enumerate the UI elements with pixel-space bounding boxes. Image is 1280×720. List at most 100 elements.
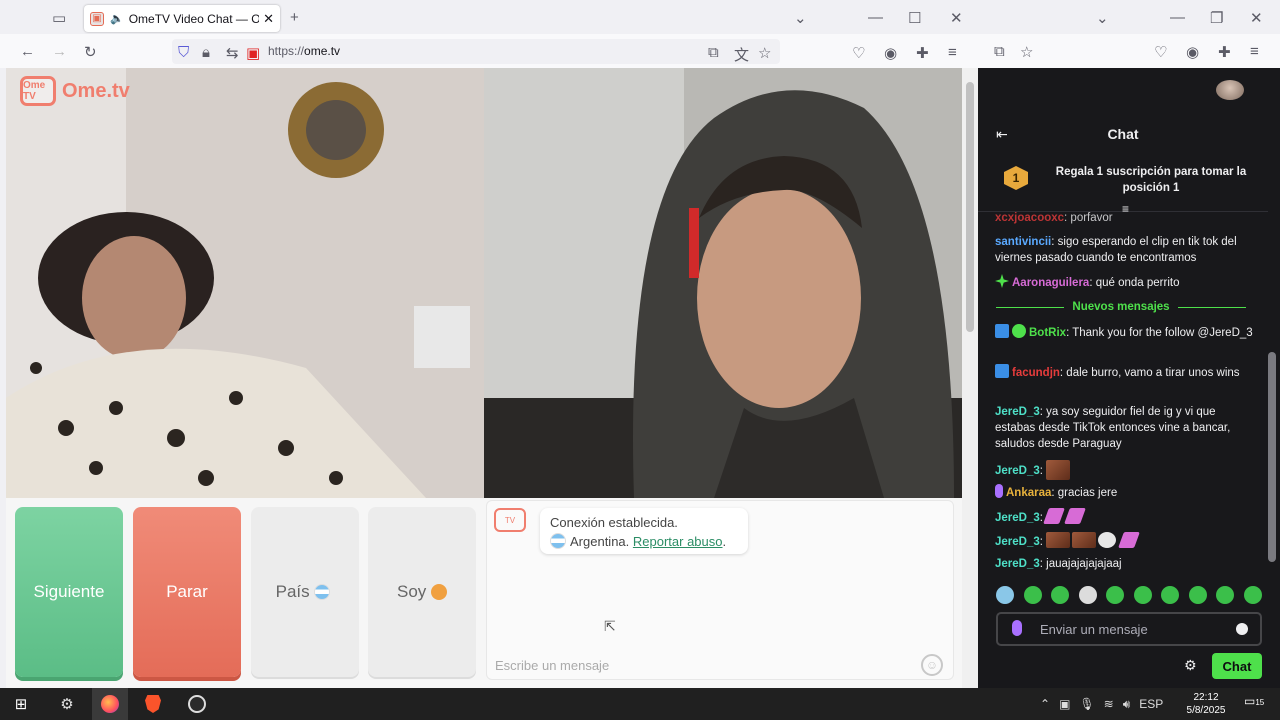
chat-username[interactable]: Ankaraa <box>1006 487 1051 499</box>
report-abuse-link[interactable]: Reportar abuso <box>633 534 723 549</box>
translate-icon[interactable]: 文 <box>734 44 749 65</box>
page-scrollbar-thumb[interactable] <box>966 82 974 332</box>
account-icon[interactable]: ◉ <box>884 44 897 62</box>
minimize-icon[interactable]: — <box>868 9 883 26</box>
browser-tab-ometv[interactable]: ▣ 🔈 OmeTV Video Chat — Ome ✕ <box>84 5 280 32</box>
verified-badge-icon <box>1012 324 1026 338</box>
close-window-icon[interactable]: ✕ <box>950 9 963 27</box>
next-button[interactable]: Siguiente <box>15 507 123 677</box>
wifi-icon[interactable]: ≋ <box>1104 697 1114 711</box>
chat-text: : Thank you for the follow @JereD_3 <box>1066 327 1253 339</box>
volume-icon[interactable]: 🔊︎ <box>1123 697 1131 712</box>
language-indicator[interactable]: ESP <box>1139 697 1163 711</box>
bookmark-star-icon[interactable]: ☆ <box>758 44 771 62</box>
emote-icon[interactable] <box>1051 586 1070 604</box>
tray-mic-icon[interactable]: 🎙︎ <box>1079 697 1094 711</box>
permissions-icon[interactable]: ⇆ <box>226 44 239 62</box>
chat-username[interactable]: JereD_3 <box>995 558 1040 570</box>
extensions-icon[interactable]: ✚ <box>916 44 929 62</box>
chat-settings-icon[interactable]: ⚙ <box>1184 657 1197 674</box>
chat-username[interactable]: santivincii <box>995 236 1051 248</box>
taskbar-clock[interactable]: 22:12 5/8/2025 <box>1176 691 1236 717</box>
emote-icon[interactable] <box>996 586 1014 604</box>
tabs-dropdown-icon[interactable]: ⌄ <box>794 9 807 27</box>
ometv-message-input[interactable]: Escribe un mensaje <box>495 658 609 673</box>
emote-icon[interactable] <box>1161 586 1180 604</box>
notification-center-icon[interactable]: ▭15 <box>1244 694 1264 712</box>
emote-icon[interactable] <box>1078 586 1097 604</box>
ometv-logo-text: Ome.tv <box>62 79 130 102</box>
chat-username[interactable]: BotRix <box>1029 327 1066 339</box>
right-screenshot-icon[interactable]: ⧉ <box>994 43 1005 60</box>
firefox-icon[interactable] <box>99 693 121 715</box>
back-icon[interactable]: ← <box>20 43 35 60</box>
right-extensions-icon[interactable]: ✚ <box>1218 43 1231 61</box>
country-button[interactable]: País <box>251 507 359 677</box>
ometv-logo-icon: Ome TV <box>20 76 56 106</box>
gender-button[interactable]: Soy <box>368 507 476 677</box>
windows-start-icon[interactable]: ⊞ <box>10 693 32 715</box>
send-chat-button[interactable]: Chat <box>1212 653 1262 679</box>
maximize-icon[interactable]: ☐ <box>908 9 921 27</box>
gender-button-label: Soy <box>396 582 427 601</box>
emote-picker-icon[interactable] <box>1236 623 1248 635</box>
brave-icon[interactable] <box>142 693 164 715</box>
tray-app-icon[interactable]: ▣ <box>1059 697 1070 711</box>
pocket-icon[interactable]: ♡ <box>852 44 865 62</box>
menu-icon[interactable]: ≡ <box>948 44 957 61</box>
chat-username[interactable]: JereD_3 <box>995 465 1040 477</box>
emote-icon[interactable] <box>1243 586 1262 604</box>
settings-gear-icon[interactable]: ⚙ <box>56 693 78 715</box>
show-hidden-icons-icon[interactable]: ⌃ <box>1040 697 1050 711</box>
chat-username[interactable]: Aaronaguilera <box>1012 277 1089 289</box>
emote-icon[interactable] <box>1133 586 1152 604</box>
chat-username[interactable]: facundjn <box>1012 367 1060 379</box>
chat-username[interactable]: JereD_3 <box>995 512 1040 524</box>
emote-icon[interactable] <box>1188 586 1207 604</box>
chat-scrollbar-thumb[interactable] <box>1268 352 1276 562</box>
forward-icon[interactable]: → <box>52 43 67 60</box>
pinned-gift-banner[interactable]: 1 Regala 1 suscripción para tomar la pos… <box>978 152 1268 216</box>
obs-icon[interactable] <box>186 693 208 715</box>
emote-icon[interactable] <box>1216 586 1235 604</box>
chat-username[interactable]: xcxjoacooxc <box>995 212 1064 224</box>
right-account-icon[interactable]: ◉ <box>1186 43 1199 61</box>
right-menu-icon[interactable]: ≡ <box>1250 43 1259 60</box>
twitch-chat-input[interactable]: Enviar un mensaje <box>996 612 1262 646</box>
right-pocket-icon[interactable]: ♡ <box>1154 43 1167 61</box>
local-video <box>484 68 962 498</box>
emote-icon[interactable] <box>1023 586 1042 604</box>
tab-title: OmeTV Video Chat — Ome <box>128 11 260 26</box>
chat-message: JereD_3: ya soy seguidor fiel de ig y vi… <box>995 404 1253 452</box>
chat-text: : porfavor <box>1064 212 1113 224</box>
reload-icon[interactable]: ↻ <box>84 43 97 61</box>
microphone-icon[interactable] <box>1012 620 1022 636</box>
right-bookmark-star-icon[interactable]: ☆ <box>1020 43 1033 61</box>
right-restore-icon[interactable]: ❐ <box>1210 9 1223 27</box>
user-avatar[interactable] <box>1216 80 1244 100</box>
stop-button[interactable]: Parar <box>133 507 241 677</box>
face-emote-icon <box>1046 460 1071 480</box>
chat-title: Chat <box>1107 126 1139 142</box>
right-minimize-icon[interactable]: — <box>1170 9 1185 26</box>
lock-icon[interactable]: 🔒︎ <box>202 44 210 61</box>
emoji-icon[interactable]: ☺ <box>921 654 943 676</box>
chat-username[interactable]: JereD_3 <box>995 406 1040 418</box>
camera-sharing-icon[interactable]: ▣ <box>246 44 260 62</box>
close-tab-icon[interactable]: ✕ <box>263 11 274 27</box>
emote-icon[interactable] <box>1106 586 1125 604</box>
chat-message: santivincii: sigo esperando el clip en t… <box>995 234 1253 266</box>
url-text[interactable]: https://ome.tv <box>268 44 340 58</box>
new-tab-icon[interactable]: + <box>290 9 299 26</box>
chat-username[interactable]: JereD_3 <box>995 536 1040 548</box>
address-bar[interactable] <box>172 39 780 64</box>
right-close-window-icon[interactable]: ✕ <box>1250 9 1263 27</box>
right-tabs-dropdown-icon[interactable]: ⌄ <box>1096 9 1109 27</box>
chat-scrollbar[interactable] <box>1266 220 1276 570</box>
tracking-shield-icon[interactable]: ⛉ <box>178 44 189 61</box>
speaker-icon[interactable]: 🔈 <box>110 12 124 25</box>
screenshot-icon[interactable]: ⧉ <box>708 44 719 61</box>
page-scrollbar[interactable] <box>962 68 978 688</box>
chat-message: BotRix: Thank you for the follow @JereD_… <box>995 324 1253 341</box>
tab-list-icon[interactable]: ▭ <box>52 9 66 27</box>
